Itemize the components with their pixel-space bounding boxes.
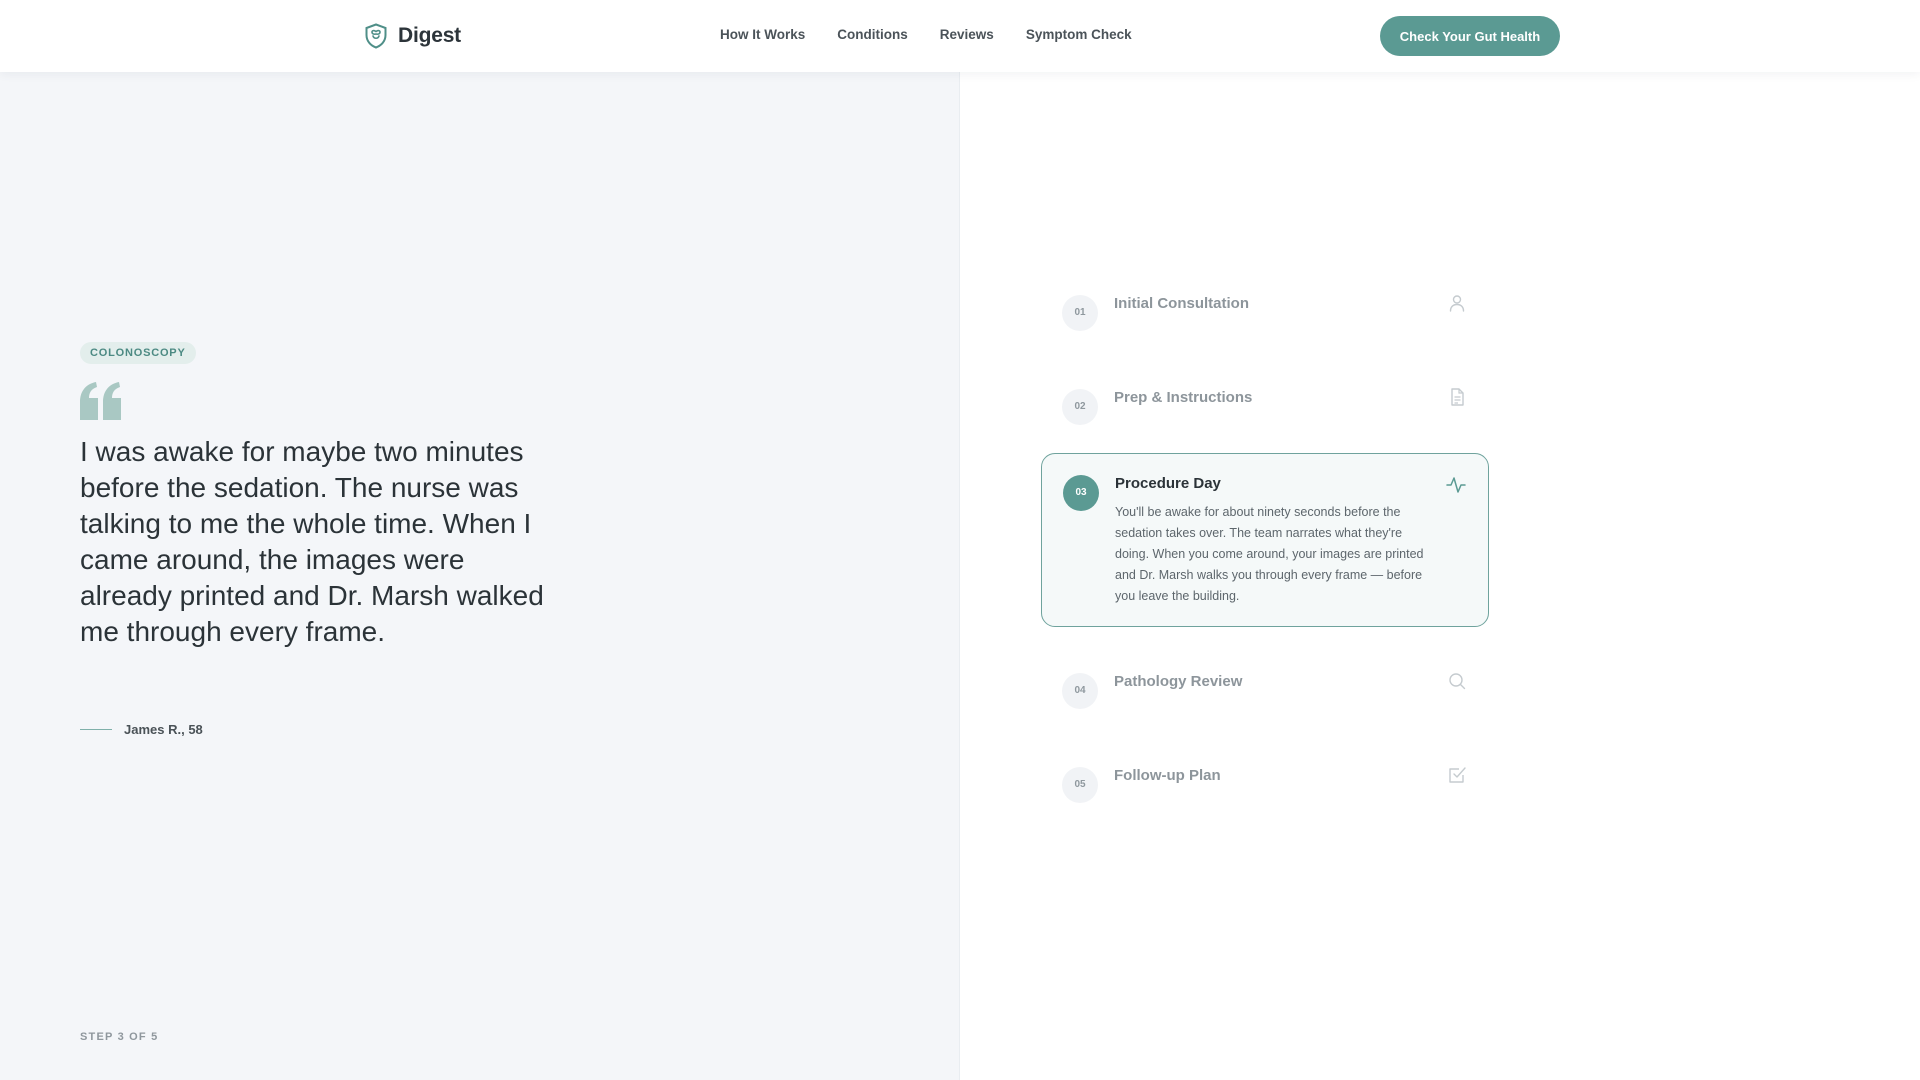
step-number: 01 xyxy=(1062,295,1098,331)
step-description: You'll be awake for about ninety seconds… xyxy=(1115,505,1424,603)
nav-how-it-works[interactable]: How It Works xyxy=(720,27,805,42)
step-number: 02 xyxy=(1062,389,1098,425)
document-icon xyxy=(1451,388,1464,406)
condition-tag: COLONOSCOPY xyxy=(80,342,196,364)
site-header: Digest How It Works Conditions Reviews S… xyxy=(0,0,1920,72)
step-procedure-day[interactable]: 03 Procedure Day You'll be awake for abo… xyxy=(1041,453,1489,627)
step-title: Procedure Day xyxy=(1115,475,1221,492)
main-nav: How It Works Conditions Reviews Symptom … xyxy=(720,27,1132,42)
check-square-icon xyxy=(1449,767,1466,783)
quote-mark-icon xyxy=(80,382,121,420)
activity-icon xyxy=(1446,477,1466,493)
check-gut-health-button[interactable]: Check Your Gut Health xyxy=(1380,16,1560,56)
step-title: Initial Consultation xyxy=(1114,295,1249,312)
nav-symptom-check[interactable]: Symptom Check xyxy=(1026,27,1132,42)
nav-reviews[interactable]: Reviews xyxy=(940,27,994,42)
nav-conditions[interactable]: Conditions xyxy=(837,27,908,42)
step-number: 04 xyxy=(1062,673,1098,709)
step-number: 05 xyxy=(1062,767,1098,803)
step-prep-instructions[interactable]: 02 Prep & Instructions xyxy=(1041,375,1489,439)
step-title: Follow-up Plan xyxy=(1114,767,1221,784)
testimonial-quote: I was awake for maybe two minutes before… xyxy=(80,436,544,647)
step-number: 03 xyxy=(1063,475,1099,511)
step-pathology-review[interactable]: 04 Pathology Review xyxy=(1041,659,1489,723)
logo[interactable]: Digest xyxy=(364,23,461,49)
step-follow-up-plan[interactable]: 05 Follow-up Plan xyxy=(1041,753,1489,817)
shield-logo-icon xyxy=(365,23,387,49)
search-icon xyxy=(1449,673,1466,690)
user-icon xyxy=(1449,295,1465,312)
step-title: Prep & Instructions xyxy=(1114,389,1253,406)
step-title: Pathology Review xyxy=(1114,673,1243,690)
author-divider xyxy=(80,729,112,730)
step-initial-consultation[interactable]: 01 Initial Consultation xyxy=(1041,281,1489,345)
step-indicator: STEP 3 OF 5 xyxy=(80,1031,159,1043)
logo-text: Digest xyxy=(398,24,461,47)
testimonial-author: James R., 58 xyxy=(124,722,203,737)
